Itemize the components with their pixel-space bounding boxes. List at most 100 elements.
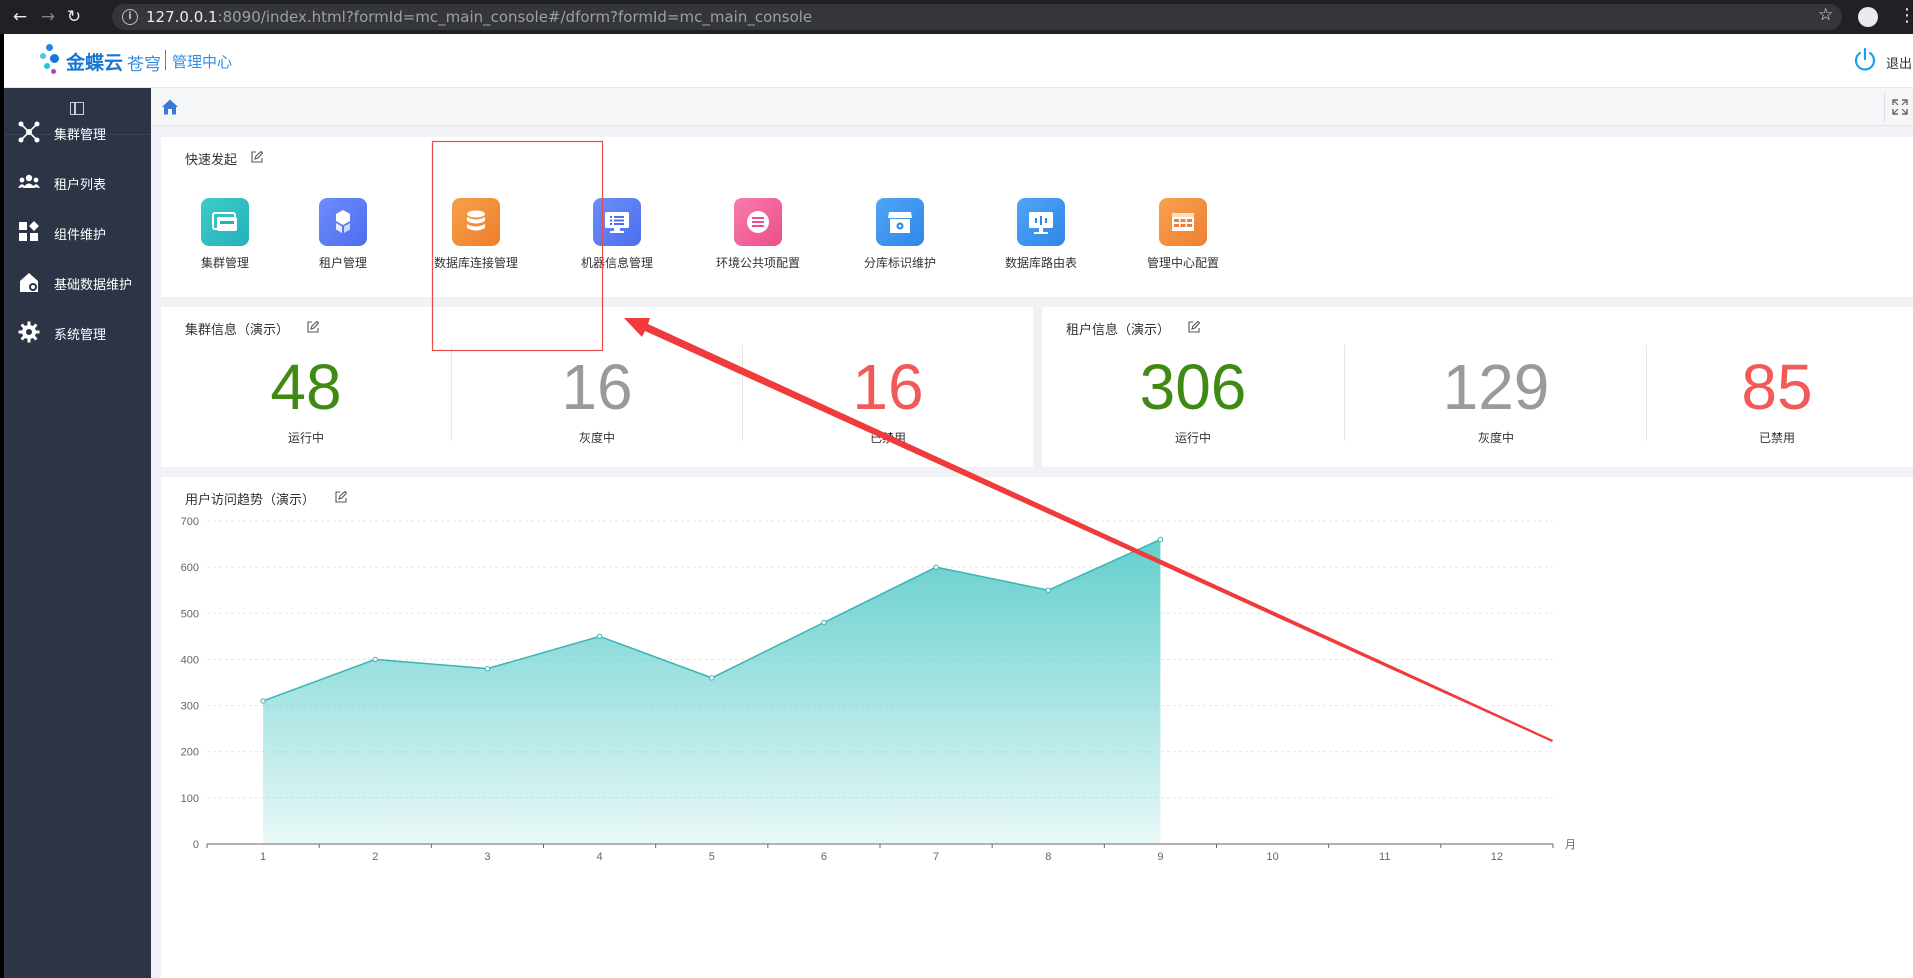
- power-icon[interactable]: [1852, 47, 1878, 73]
- url-host: 127.0.0.1: [146, 8, 218, 26]
- main-content: 快速发起 集群管理 租户管理 数据库连接管理 机器信息管理 环境公共项配置 分库…: [151, 88, 1913, 978]
- brand-name: 金蝶云: [66, 52, 124, 74]
- logo-divider: [165, 50, 166, 70]
- x-tick-label: 1: [260, 851, 266, 863]
- quick-item-label: 数据库路由表: [1004, 256, 1077, 270]
- quick-item-shard-id[interactable]: 分库标识维护: [840, 198, 960, 278]
- sidebar-item-system[interactable]: 系统管理: [4, 312, 151, 352]
- x-tick-label: 11: [1379, 851, 1390, 863]
- sidebar-item-components[interactable]: 组件维护: [4, 212, 151, 252]
- sidebar-item-base-data[interactable]: 基础数据维护: [4, 262, 151, 302]
- data-point: [260, 698, 266, 704]
- tenant-info-title: 租户信息（演示）: [1066, 323, 1171, 338]
- data-point: [709, 675, 715, 681]
- sidebar-item-label: 系统管理: [54, 328, 107, 343]
- quick-tile: [201, 198, 249, 246]
- bookmark-star-icon[interactable]: ☆: [1818, 5, 1833, 25]
- x-tick-label: 7: [933, 851, 939, 863]
- edit-icon[interactable]: [307, 321, 319, 333]
- quick-item-tenant[interactable]: 租户管理: [283, 198, 403, 278]
- stat-label: 灰度中: [578, 431, 615, 445]
- stat-value: 16: [561, 351, 633, 423]
- quick-item-label: 租户管理: [318, 256, 367, 270]
- quick-item-cluster[interactable]: 集群管理: [165, 198, 285, 278]
- x-tick-label: 6: [821, 851, 827, 863]
- quick-item-label: 管理中心配置: [1146, 256, 1219, 270]
- sidebar-item-label: 基础数据维护: [54, 278, 133, 293]
- quick-item-db-route[interactable]: 数据库路由表: [981, 198, 1101, 278]
- quick-tile: [734, 198, 782, 246]
- x-tick-label: 5: [709, 851, 715, 863]
- quick-item-db-connection[interactable]: 数据库连接管理: [416, 198, 536, 278]
- window-stack-icon: [212, 212, 237, 231]
- quick-item-label: 环境公共项配置: [715, 256, 800, 270]
- x-axis-label: 月: [1565, 838, 1576, 851]
- stat-gray: 129 灰度中: [1345, 351, 1647, 451]
- logout-button[interactable]: 退出: [1886, 53, 1912, 72]
- sidebar: 集群管理 租户列表 组件维护 基础数据维护 系统管理: [4, 88, 151, 978]
- quick-tile: [593, 198, 641, 246]
- data-point: [821, 619, 827, 626]
- route-monitor-icon: [1029, 212, 1053, 234]
- stat-label: 运行中: [287, 431, 324, 445]
- stat-label: 灰度中: [1477, 431, 1514, 445]
- y-tick-label: 0: [193, 839, 199, 851]
- access-trend-card: 用户访问趋势（演示） 0 100 200 300 400 500 600 700 1 2 3 4 5 6 7…: [161, 477, 1913, 978]
- list-circle-icon: [747, 211, 769, 233]
- reload-icon[interactable]: ↻: [62, 5, 86, 29]
- x-tick-label: 10: [1266, 851, 1278, 863]
- browser-menu-icon[interactable]: ⋮: [1898, 5, 1913, 26]
- profile-avatar-icon[interactable]: [1858, 7, 1878, 27]
- stat-value: 306: [1139, 351, 1247, 423]
- x-tick-label: 4: [597, 851, 603, 863]
- quick-tile: [452, 198, 500, 246]
- y-tick-label: 600: [181, 562, 199, 574]
- data-point: [1157, 536, 1164, 543]
- data-point: [372, 656, 378, 663]
- stat-disabled: 85 已禁用: [1647, 351, 1907, 451]
- edit-icon[interactable]: [251, 151, 263, 163]
- site-info-icon[interactable]: i: [122, 9, 138, 25]
- database-icon: [467, 210, 485, 231]
- quick-item-admin-config[interactable]: 管理中心配置: [1123, 198, 1243, 278]
- quick-start-card: 快速发起 集群管理 租户管理 数据库连接管理 机器信息管理 环境公共项配置 分库…: [161, 137, 1913, 297]
- monitor-list-icon: [605, 212, 629, 233]
- cubes-icon: [336, 210, 350, 233]
- app-header: 金蝶云 苍穹 管理中心 退出: [4, 34, 1913, 88]
- stat-label: 运行中: [1174, 431, 1211, 445]
- data-point: [933, 564, 939, 570]
- gear-icon: [18, 321, 40, 343]
- forward-arrow-icon[interactable]: →: [36, 5, 60, 29]
- cluster-icon: [18, 121, 40, 143]
- stat-value: 48: [270, 351, 342, 423]
- browser-toolbar: ← → ↻ i 127.0.0.1:8090/index.html?formId…: [0, 0, 1913, 34]
- quick-tile: [1159, 198, 1207, 246]
- data-point: [1045, 587, 1051, 593]
- sidebar-item-tenants[interactable]: 租户列表: [4, 162, 151, 202]
- quick-start-title: 快速发起: [185, 153, 238, 168]
- quick-item-machine-info[interactable]: 机器信息管理: [557, 198, 677, 278]
- tenant-info-card: 租户信息（演示） 306 运行中 129 灰度中 85 已禁用: [1042, 307, 1913, 467]
- x-tick-label: 2: [372, 851, 378, 863]
- data-point: [596, 633, 603, 640]
- fullscreen-icon[interactable]: [1891, 98, 1909, 116]
- y-tick-label: 500: [181, 608, 199, 620]
- x-tick-label: 9: [1157, 851, 1163, 863]
- address-bar[interactable]: i 127.0.0.1:8090/index.html?formId=mc_ma…: [112, 4, 1842, 30]
- x-tick-label: 3: [484, 851, 490, 863]
- sidebar-item-cluster[interactable]: 集群管理: [4, 112, 151, 152]
- stat-running: 48 运行中: [161, 351, 451, 451]
- y-tick-label: 300: [181, 701, 199, 713]
- home-icon[interactable]: [161, 98, 179, 116]
- quick-item-label: 集群管理: [200, 256, 249, 270]
- admin-center-label: 管理中心: [172, 53, 233, 71]
- quick-item-env-config[interactable]: 环境公共项配置: [698, 198, 818, 278]
- stat-value: 16: [852, 351, 924, 423]
- quick-item-label: 分库标识维护: [863, 256, 936, 270]
- back-arrow-icon[interactable]: ←: [8, 5, 32, 29]
- sidebar-item-label: 组件维护: [54, 228, 107, 243]
- table-grid-icon: [1172, 213, 1194, 231]
- edit-icon[interactable]: [1188, 321, 1200, 333]
- stat-value: 129: [1442, 351, 1550, 423]
- url-path: :8090/index.html?formId=mc_main_console#…: [217, 8, 813, 26]
